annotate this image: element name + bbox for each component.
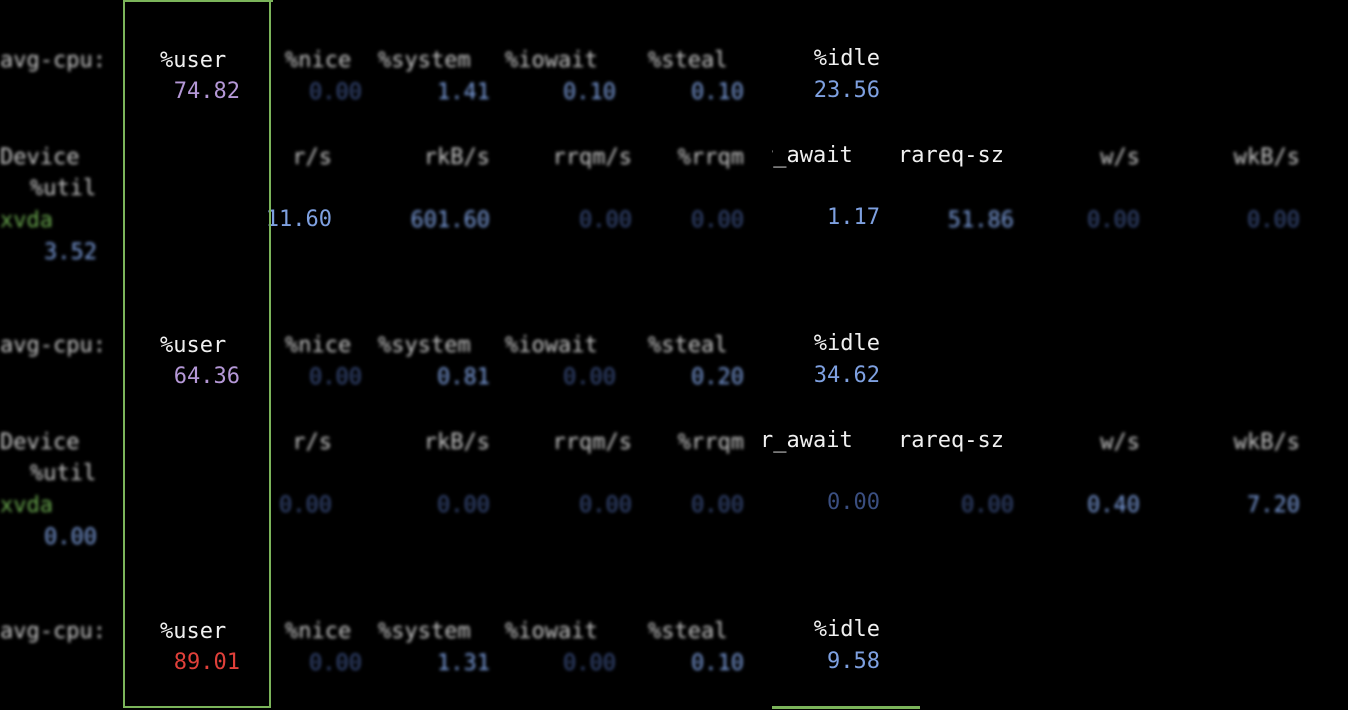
steal-value: 0.10 bbox=[691, 651, 744, 676]
r-await-value: 1.17 bbox=[827, 205, 880, 230]
wkbs-header: wkB/s bbox=[1233, 145, 1300, 170]
r-await-value: 0.00 bbox=[827, 490, 880, 515]
iowait-value: 0.00 bbox=[563, 651, 616, 676]
idle-header: %idle bbox=[813, 331, 880, 356]
avg-cpu-label: avg-cpu: bbox=[0, 48, 106, 73]
system-header: %system bbox=[378, 619, 471, 644]
r-await-header: r_await bbox=[760, 428, 853, 453]
nice-header: %nice bbox=[285, 333, 352, 358]
rkbs-header: rkB/s bbox=[423, 145, 490, 170]
rkbs-value: 0.00 bbox=[437, 493, 490, 518]
wkbs-header: wkB/s bbox=[1233, 430, 1300, 455]
rareq-sz-value: 0.00 bbox=[961, 493, 1014, 518]
steal-header: %steal bbox=[648, 619, 728, 644]
iowait-header: %iowait bbox=[505, 619, 598, 644]
iowait-header: %iowait bbox=[505, 333, 598, 358]
nice-value: 0.00 bbox=[309, 365, 362, 390]
rrqm-pct-header: %rrqm bbox=[677, 145, 744, 170]
wkbs-value: 7.20 bbox=[1247, 493, 1300, 518]
util-header: %util bbox=[30, 176, 97, 201]
idle-value: 9.58 bbox=[827, 649, 880, 674]
idle-value: 34.62 bbox=[813, 363, 880, 388]
steal-value: 0.20 bbox=[691, 365, 744, 390]
rkbs-value: 601.60 bbox=[410, 208, 490, 233]
idle-value: 23.56 bbox=[813, 78, 880, 103]
iowait-value: 0.00 bbox=[563, 365, 616, 390]
avg-cpu-label: avg-cpu: bbox=[0, 619, 106, 644]
rrqms-header: rrqm/s bbox=[552, 430, 632, 455]
rrqm-pct-value: 0.00 bbox=[691, 493, 744, 518]
nice-value: 0.00 bbox=[309, 651, 362, 676]
system-value: 0.81 bbox=[437, 365, 490, 390]
avg-cpu-label: avg-cpu: bbox=[0, 333, 106, 358]
system-header: %system bbox=[378, 48, 471, 73]
steal-value: 0.10 bbox=[691, 80, 744, 105]
rrqms-header: rrqm/s bbox=[552, 145, 632, 170]
system-value: 1.31 bbox=[437, 651, 490, 676]
ws-header: w/s bbox=[1100, 145, 1140, 170]
nice-header: %nice bbox=[285, 619, 352, 644]
device-name: xvda bbox=[0, 208, 53, 233]
util-value: 0.00 bbox=[44, 525, 97, 550]
device-header: Device bbox=[0, 145, 80, 170]
system-value: 1.41 bbox=[437, 80, 490, 105]
wkbs-value: 0.00 bbox=[1247, 208, 1300, 233]
nice-header: %nice bbox=[285, 48, 352, 73]
util-value: 3.52 bbox=[44, 240, 97, 265]
rrqms-value: 0.00 bbox=[579, 208, 632, 233]
idle-header: %idle bbox=[813, 617, 880, 642]
ws-value: 0.40 bbox=[1087, 493, 1140, 518]
rrqm-pct-value: 0.00 bbox=[691, 208, 744, 233]
device-header: Device bbox=[0, 430, 80, 455]
idle-column-highlight-edge bbox=[772, 706, 920, 709]
ws-header: w/s bbox=[1100, 430, 1140, 455]
r-await-header: r_await bbox=[760, 143, 853, 168]
rkbs-header: rkB/s bbox=[423, 430, 490, 455]
util-header: %util bbox=[30, 461, 97, 486]
rrqms-value: 0.00 bbox=[579, 493, 632, 518]
rareq-sz-header: rareq-sz bbox=[898, 143, 1004, 168]
user-column-highlight bbox=[123, 0, 273, 708]
rareq-sz-value: 51.86 bbox=[947, 208, 1014, 233]
rareq-sz-header: rareq-sz bbox=[898, 428, 1004, 453]
steal-header: %steal bbox=[648, 333, 728, 358]
system-header: %system bbox=[378, 333, 471, 358]
nice-value: 0.00 bbox=[309, 80, 362, 105]
rrqm-pct-header: %rrqm bbox=[677, 430, 744, 455]
ws-value: 0.00 bbox=[1087, 208, 1140, 233]
iowait-value: 0.10 bbox=[563, 80, 616, 105]
steal-header: %steal bbox=[648, 48, 728, 73]
iowait-header: %iowait bbox=[505, 48, 598, 73]
device-name: xvda bbox=[0, 493, 53, 518]
idle-header: %idle bbox=[813, 46, 880, 71]
